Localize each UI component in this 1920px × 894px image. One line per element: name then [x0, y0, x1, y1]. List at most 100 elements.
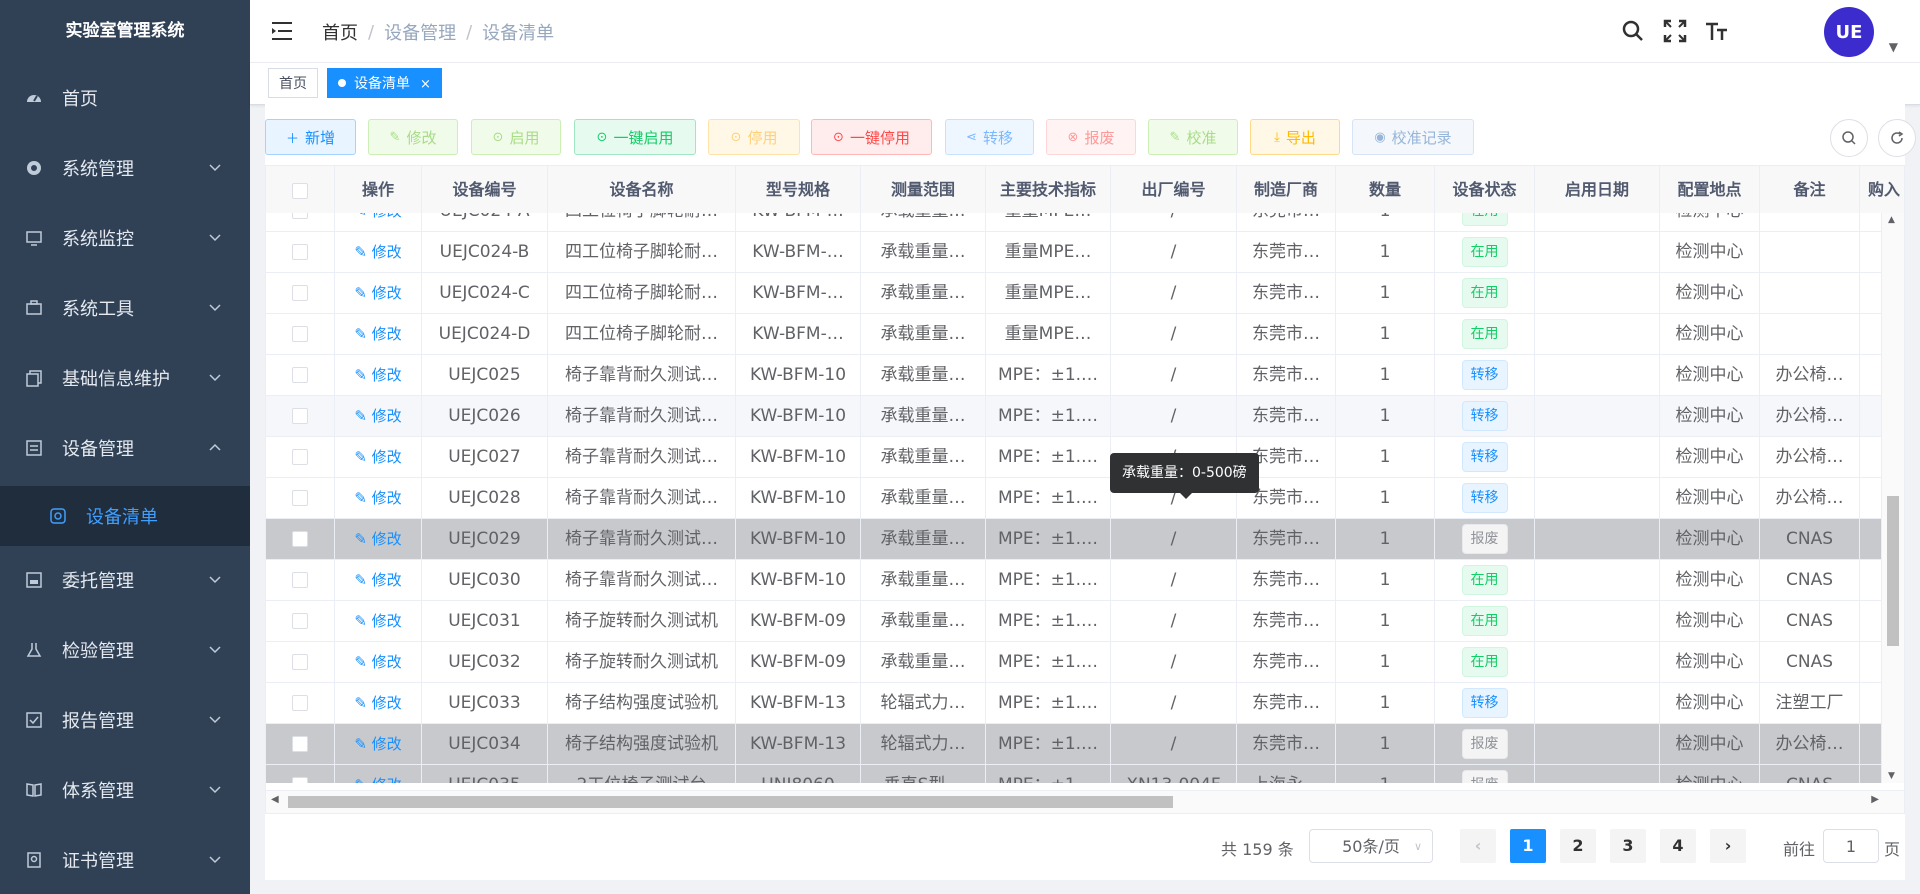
table-row[interactable]: ✎ 修改 UEJC032 椅子旋转耐久测试机 KW-BFM-09 承载重量… MPE：±1… [266, 642, 1882, 683]
goto-page-input[interactable]: 1 [1823, 829, 1879, 863]
row-edit-link[interactable]: ✎ 修改 [354, 530, 401, 548]
table-row[interactable]: ✎ 修改 UEJC031 椅子旋转耐久测试机 KW-BFM-09 承载重量… MPE：±1… [266, 601, 1882, 642]
sidebar-item-system-mgmt[interactable]: 体系管理 [0, 762, 250, 818]
scroll-down-icon[interactable]: ▼ [1888, 771, 1895, 781]
sidebar-item-inspection[interactable]: 检验管理 [0, 622, 250, 678]
table-row[interactable]: ✎ 修改 UEJC024-B 四工位椅子脚轮耐… KW-BFM-… 承载重量… 重量MPE… [266, 232, 1882, 273]
sidebar-item-system[interactable]: 系统管理 [0, 140, 250, 196]
row-edit-link[interactable]: ✎ 修改 [354, 776, 401, 783]
checkbox[interactable] [292, 367, 308, 383]
page-1[interactable]: 1 [1510, 829, 1546, 863]
select-cell [266, 437, 335, 477]
sidebar-item-tools[interactable]: 系统工具 [0, 280, 250, 336]
sidebar-item-report[interactable]: 报告管理 [0, 692, 250, 748]
scroll-thumb[interactable] [1887, 496, 1899, 646]
table-row[interactable]: ✎ 修改 UEJC027 椅子靠背耐久测试… KW-BFM-10 承载重量… MPE：±1… [266, 437, 1882, 478]
avatar[interactable]: UE [1824, 7, 1874, 57]
sidebar-item-entrust[interactable]: 委托管理 [0, 552, 250, 608]
row-edit-link[interactable]: ✎ 修改 [354, 325, 401, 343]
scroll-up-icon[interactable]: ▲ [1888, 215, 1895, 225]
checkbox[interactable] [292, 490, 308, 506]
transfer-button[interactable]: ⋖ 转移 [945, 119, 1034, 155]
batch-enable-button[interactable]: ⊙ 一键启用 [574, 119, 696, 155]
row-edit-link[interactable]: ✎ 修改 [354, 407, 401, 425]
checkbox[interactable] [292, 572, 308, 588]
sidebar-item-equipment[interactable]: 设备管理 [0, 420, 250, 476]
row-edit-link[interactable]: ✎ 修改 [354, 243, 401, 261]
checkbox[interactable] [292, 244, 308, 260]
batch-disable-button[interactable]: ⊙ 一键停用 [811, 119, 932, 155]
vertical-scrollbar[interactable]: ▲ ▼ [1881, 213, 1904, 783]
table-row[interactable]: ✎ 修改 UEJC024-D 四工位椅子脚轮耐… KW-BFM-… 承载重量… 重量MPE… [266, 314, 1882, 355]
page-4[interactable]: 4 [1660, 829, 1696, 863]
toggle-search-button[interactable] [1830, 119, 1868, 157]
page-size-select[interactable]: 50条/页 ∨ [1309, 829, 1433, 863]
sidebar-item-monitor[interactable]: 系统监控 [0, 210, 250, 266]
edit-button[interactable]: ✎ 修改 [368, 119, 458, 155]
scroll-right-icon[interactable]: ▶ [1871, 794, 1879, 805]
tag-equipment-list[interactable]: 设备清单 × [327, 68, 442, 98]
table-row[interactable]: ✎ 修改 UEJC033 椅子结构强度试验机 KW-BFM-13 轮辐式力… MPE：±1… [266, 683, 1882, 724]
sidebar-item-equipment-list[interactable]: 设备清单 [0, 486, 250, 546]
calibration-record-button[interactable]: ◉ 校准记录 [1352, 119, 1474, 155]
sidebar-item-basic-info[interactable]: 基础信息维护 [0, 350, 250, 406]
checkbox[interactable] [292, 182, 308, 199]
row-edit-link[interactable]: ✎ 修改 [354, 571, 401, 589]
checkbox[interactable] [292, 736, 308, 752]
horizontal-scrollbar[interactable]: ◀ ▶ [266, 790, 1904, 813]
page-3[interactable]: 3 [1610, 829, 1646, 863]
scrap-button[interactable]: ⊗ 报废 [1046, 119, 1136, 155]
next-page-button[interactable]: › [1710, 829, 1746, 863]
checkbox[interactable] [292, 213, 308, 219]
checkbox[interactable] [292, 777, 308, 783]
checkbox[interactable] [292, 449, 308, 465]
caret-down-icon[interactable]: ▼ [1889, 40, 1898, 54]
pause-icon: ⊙ [833, 129, 844, 145]
checkbox[interactable] [292, 326, 308, 342]
row-edit-link[interactable]: ✎ 修改 [354, 448, 401, 466]
table-row[interactable]: ✎ 修改 UEJC030 椅子靠背耐久测试… KW-BFM-10 承载重量… MPE：±1… [266, 560, 1882, 601]
checkbox[interactable] [292, 408, 308, 424]
export-button[interactable]: ⤓ 导出 [1250, 119, 1340, 155]
page-2[interactable]: 2 [1560, 829, 1596, 863]
tag-home[interactable]: 首页 [268, 68, 318, 98]
checkbox[interactable] [292, 285, 308, 301]
table-row[interactable]: ✎ 修改 UEJC0352工位椅子测试台UNI8060垂直S型…MPE：±1.…X… [266, 765, 1882, 783]
checkbox[interactable] [292, 613, 308, 629]
sidebar-item-certificate[interactable]: 证书管理 [0, 832, 250, 888]
checkbox[interactable] [292, 654, 308, 670]
table-row[interactable]: ✎ 修改 UEJC029 椅子靠背耐久测试… KW-BFM-10 承载重量… MPE：±1… [266, 519, 1882, 560]
breadcrumb-home[interactable]: 首页 [322, 19, 358, 45]
disable-button[interactable]: ⊙ 停用 [708, 119, 800, 155]
prev-page-button[interactable]: ‹ [1460, 829, 1496, 863]
row-edit-link[interactable]: ✎ 修改 [354, 612, 401, 630]
hamburger-icon[interactable] [270, 20, 294, 42]
checkbox[interactable] [292, 531, 308, 547]
sidebar-item-home[interactable]: 首页 [0, 70, 250, 126]
table-row[interactable]: ✎ 修改 UEJC024-C 四工位椅子脚轮耐… KW-BFM-… 承载重量… 重量MPE… [266, 273, 1882, 314]
table-row[interactable]: ✎ 修改 UEJC024-A四工位椅子脚轮耐…KW-BFM-…承载重量…重量MPE… [266, 213, 1882, 232]
enable-button[interactable]: ⊙ 启用 [471, 119, 561, 155]
header-select-all[interactable] [266, 166, 335, 213]
search-icon[interactable] [1620, 18, 1646, 44]
add-button[interactable]: ＋新增 [265, 119, 356, 155]
scroll-left-icon[interactable]: ◀ [271, 794, 279, 805]
checkbox[interactable] [292, 695, 308, 711]
row-edit-link[interactable]: ✎ 修改 [354, 653, 401, 671]
row-edit-link[interactable]: ✎ 修改 [354, 366, 401, 384]
row-edit-link[interactable]: ✎ 修改 [354, 284, 401, 302]
row-edit-link[interactable]: ✎ 修改 [354, 694, 401, 712]
fullscreen-icon[interactable] [1662, 18, 1688, 44]
scroll-thumb[interactable] [288, 796, 1173, 808]
row-edit-link[interactable]: ✎ 修改 [354, 735, 401, 753]
table-row[interactable]: ✎ 修改 UEJC026 椅子靠背耐久测试… KW-BFM-10 承载重量… MPE：±1… [266, 396, 1882, 437]
table-row[interactable]: ✎ 修改 UEJC034 椅子结构强度试验机 KW-BFM-13 轮辐式力… MPE：±1… [266, 724, 1882, 765]
row-edit-link[interactable]: ✎ 修改 [354, 213, 401, 220]
calibrate-button[interactable]: ✎ 校准 [1148, 119, 1238, 155]
table-row[interactable]: ✎ 修改 UEJC028 椅子靠背耐久测试… KW-BFM-10 承载重量… MPE：±1… [266, 478, 1882, 519]
row-edit-link[interactable]: ✎ 修改 [354, 489, 401, 507]
refresh-button[interactable] [1878, 119, 1916, 157]
table-row[interactable]: ✎ 修改 UEJC025 椅子靠背耐久测试… KW-BFM-10 承载重量… MPE：±1… [266, 355, 1882, 396]
close-icon[interactable]: × [420, 77, 431, 92]
font-size-icon[interactable] [1704, 18, 1730, 44]
